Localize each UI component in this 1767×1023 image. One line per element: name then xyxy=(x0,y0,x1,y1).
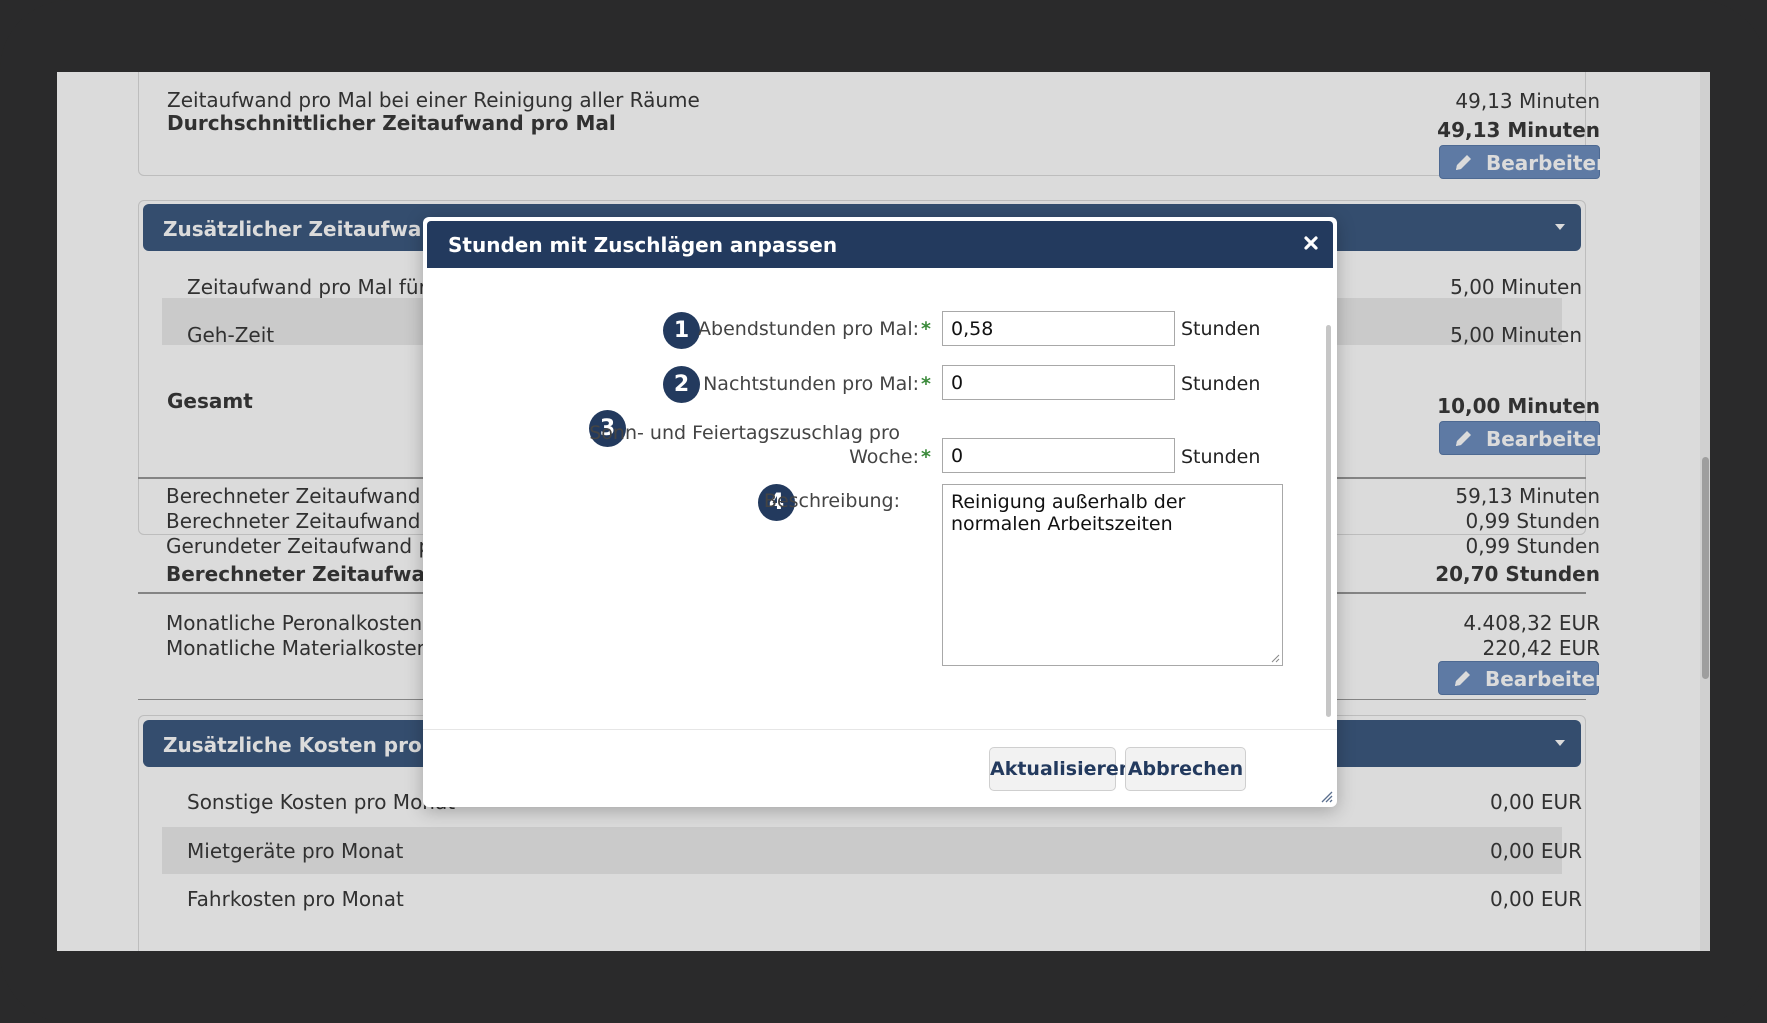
dialog-resize-icon[interactable] xyxy=(1319,789,1333,803)
field-label: Abendstunden pro Mal: xyxy=(698,318,919,340)
close-icon[interactable] xyxy=(1301,233,1321,253)
field-label: Sonn- und Feiertagszuschlag pro xyxy=(589,422,900,444)
unit-label: Stunden xyxy=(1181,318,1261,340)
night-hours-input[interactable] xyxy=(942,365,1175,400)
step-number-badge: 1 xyxy=(663,312,700,349)
step-number-badge: 2 xyxy=(663,366,700,403)
description-textarea[interactable]: Reinigung außerhalb der normalen Arbeits… xyxy=(942,484,1283,666)
dialog-body: 1 Abendstunden pro Mal: * Stunden 2 Nach… xyxy=(423,268,1337,728)
dialog-scrollbar[interactable] xyxy=(1326,325,1331,717)
field-label: Beschreibung: xyxy=(763,490,900,512)
required-marker: * xyxy=(921,373,931,395)
unit-label: Stunden xyxy=(1181,373,1261,395)
dialog-footer: Aktualisieren Abbrechen xyxy=(423,729,1337,807)
dialog-title: Stunden mit Zuschlägen anpassen xyxy=(448,233,838,257)
evening-hours-input[interactable] xyxy=(942,311,1175,346)
update-button[interactable]: Aktualisieren xyxy=(989,747,1132,791)
field-label: Nachtstunden pro Mal: xyxy=(703,373,919,395)
screen: Zeitaufwand pro Mal bei einer Reinigung … xyxy=(57,72,1710,951)
unit-label: Stunden xyxy=(1181,446,1261,468)
field-label: Woche: xyxy=(849,446,919,468)
sunday-holiday-input[interactable] xyxy=(942,438,1175,473)
adjust-hours-dialog: Stunden mit Zuschlägen anpassen 1 Abends… xyxy=(423,217,1337,807)
cancel-button[interactable]: Abbrechen xyxy=(1125,747,1246,791)
dialog-header[interactable]: Stunden mit Zuschlägen anpassen xyxy=(427,221,1333,268)
resize-grip-icon[interactable] xyxy=(1270,653,1280,663)
required-marker: * xyxy=(921,318,931,340)
required-marker: * xyxy=(921,446,931,468)
device-frame: Zeitaufwand pro Mal bei einer Reinigung … xyxy=(0,0,1767,1023)
